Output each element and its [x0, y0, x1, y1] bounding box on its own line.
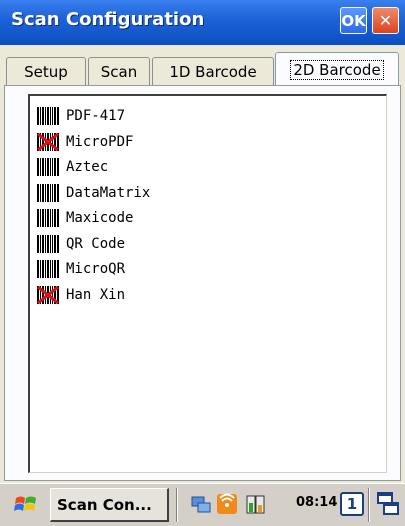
close-icon: ✕ [378, 11, 393, 30]
list-item[interactable]: QR Code [36, 232, 125, 256]
barcode-enabled-icon[interactable] [36, 183, 60, 203]
ok-button[interactable]: OK [340, 7, 367, 34]
battery-icon[interactable] [244, 493, 266, 515]
tab-label: Scan [100, 62, 138, 81]
barcode-enabled-icon[interactable] [36, 157, 60, 177]
list-item[interactable]: Han Xin [36, 283, 125, 307]
windows-list-icon[interactable] [376, 491, 400, 517]
taskbar-separator [176, 488, 178, 522]
taskbar-app-button[interactable]: Scan Con... [50, 488, 169, 522]
tab-label: 1D Barcode [169, 62, 257, 81]
network-icon[interactable] [190, 493, 212, 515]
barcode-enabled-icon[interactable] [36, 208, 60, 228]
tab-label: 2D Barcode [290, 59, 384, 80]
list-item[interactable]: Maxicode [36, 206, 133, 230]
barcode-enabled-icon[interactable] [36, 106, 60, 126]
tab-setup[interactable]: Setup [6, 57, 86, 85]
title-bar: Scan Configuration OK ✕ [0, 0, 405, 45]
start-button[interactable] [12, 490, 42, 520]
tab-label: Setup [24, 62, 68, 81]
list-item-label: QR Code [66, 235, 126, 252]
window-title: Scan Configuration [11, 9, 205, 30]
tab-strip: Setup Scan 1D Barcode 2D Barcode [0, 50, 405, 86]
close-button[interactable]: ✕ [372, 7, 399, 34]
tab-2d-barcode[interactable]: 2D Barcode [275, 52, 399, 86]
list-item-label: DataMatrix [66, 184, 151, 201]
desktop-switch-button[interactable]: 1 [340, 492, 364, 516]
list-item[interactable]: DataMatrix [36, 181, 150, 205]
tab-1d-barcode[interactable]: 1D Barcode [152, 57, 274, 85]
list-item[interactable]: PDF-417 [36, 104, 125, 128]
barcode-enabled-icon[interactable] [36, 234, 60, 254]
list-item-label: Han Xin [66, 286, 126, 303]
list-item-label: MicroPDF [66, 133, 134, 150]
tab-scan[interactable]: Scan [88, 57, 150, 85]
list-item-label: MicroQR [66, 261, 126, 277]
taskbar-separator [368, 488, 370, 522]
wireless-icon[interactable] [216, 493, 238, 515]
list-item-label: PDF-417 [66, 108, 126, 124]
list-item-label: Aztec [66, 159, 109, 175]
barcode-disabled-icon[interactable] [36, 132, 60, 152]
list-item[interactable]: MicroQR [36, 257, 125, 281]
list-item[interactable]: MicroPDF [36, 130, 133, 154]
barcode-disabled-icon[interactable] [36, 285, 60, 305]
symbology-list[interactable]: PDF-417 MicroPDF Aztec DataMatrix Maxicode QR… [28, 94, 387, 473]
taskbar: Scan Con... 08:14 1 [0, 483, 405, 526]
list-item[interactable]: Aztec [36, 155, 108, 179]
barcode-enabled-icon[interactable] [36, 259, 60, 279]
list-item-label: Maxicode [66, 210, 134, 226]
clock[interactable]: 08:14 [296, 495, 337, 510]
